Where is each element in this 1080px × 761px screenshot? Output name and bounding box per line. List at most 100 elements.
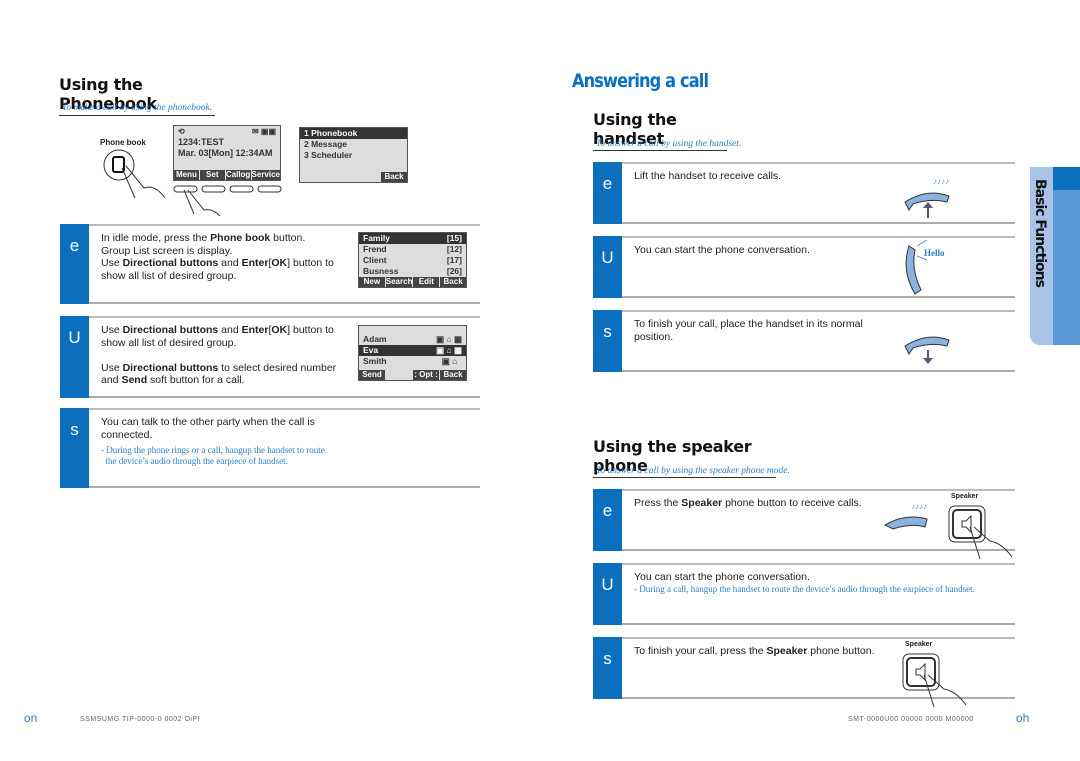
lift-handset-icon: ♪♪♪♪	[904, 177, 950, 218]
softkey-send[interactable]: Send	[359, 370, 385, 380]
phonebook-step-1: e In idle mode, press the Phone book but…	[60, 224, 480, 304]
text-segment: soft button for a call.	[147, 374, 245, 386]
group-name[interactable]: Busness	[363, 266, 398, 277]
softkey-callog[interactable]: Callog	[225, 170, 251, 180]
text-segment: Lift the handset to receive calls.	[634, 170, 782, 182]
menu-item-phonebook[interactable]: 1 Phonebook	[300, 128, 407, 139]
menu-item-scheduler[interactable]: 3 Scheduler	[300, 150, 407, 161]
group-name[interactable]: Client	[363, 255, 387, 266]
text-line: In idle mode, press the Phone book butto…	[101, 232, 334, 245]
text-segment: show all list of desired group.	[101, 336, 237, 349]
softkey-set[interactable]: Set	[199, 170, 225, 180]
group-count: [15]	[446, 233, 462, 243]
softkey-service[interactable]: Service	[251, 170, 280, 180]
step-lines: You can talk to the other party when the…	[101, 416, 325, 441]
svg-text:♪♪♪♪: ♪♪♪♪	[933, 177, 949, 186]
softkey-back[interactable]: Back	[381, 172, 407, 182]
group-name[interactable]: Frend	[363, 244, 387, 255]
status-icons: ⟲ ✉ ▣▣	[178, 127, 276, 136]
step-text: Use Directional buttons and Enter[OK] bu…	[101, 324, 336, 387]
step-text: In idle mode, press the Phone book butto…	[101, 232, 334, 282]
handset-subtitle: To answer a call by using the handset.	[596, 139, 742, 149]
footer-left-text: SSMSUMG TIP-0000-0 0002 OiPI	[80, 716, 201, 723]
softkey-back[interactable]: Back	[440, 277, 466, 287]
step-note: - During the phone rings or a call, hang…	[101, 445, 325, 467]
step-text: Lift the handset to receive calls.	[634, 170, 781, 183]
phonebook-label: Phone book	[100, 138, 146, 147]
softkey-menu[interactable]: Menu	[174, 170, 199, 180]
text-segment: phone button.	[807, 645, 875, 657]
text-segment: Use	[101, 361, 123, 374]
speaker-step-2: U You can start the phone conversation. -…	[593, 563, 1015, 625]
group-count: [17]	[446, 255, 462, 265]
text-line: Use Directional buttons to select desire…	[101, 362, 336, 375]
text-segment: Group List screen is display.	[101, 244, 233, 257]
note-line: the device’s audio through the earpiece …	[101, 456, 288, 466]
step-number: U	[593, 563, 622, 625]
finger-press-phonebook-icon	[103, 149, 166, 199]
contact-name[interactable]: Smith	[363, 356, 387, 367]
phonebook-subtitle: To make a call by using the phonebook.	[62, 103, 213, 113]
bold-term: Speaker	[681, 497, 723, 509]
step-note: - During a call, hangup the handset to r…	[634, 584, 975, 595]
step-text: To finish your call, place the handset i…	[634, 318, 863, 343]
side-tab[interactable]: Basic Functions	[1030, 167, 1080, 345]
text-line: To finish your call, place the handset i…	[634, 318, 863, 331]
speaker-button-icon[interactable]	[900, 651, 970, 711]
bold-term: Enter	[241, 257, 269, 269]
group-list-screen: Family [15] Frend [12] Client [17] Busness […	[358, 232, 467, 288]
step-number: e	[60, 224, 89, 304]
step-number: U	[593, 236, 622, 298]
text-segment: and	[101, 374, 122, 386]
soft-buttons-finger-icon	[173, 185, 282, 216]
text-segment: ] button to	[287, 324, 334, 336]
contact-name[interactable]: Eva	[363, 345, 378, 356]
ringing-handset-icon: ♪♪♪♪	[883, 502, 928, 530]
step-number: s	[60, 408, 89, 488]
menu-item-message[interactable]: 2 Message	[300, 139, 407, 150]
group-count: [12]	[446, 244, 462, 254]
step-text: You can start the phone conversation.	[634, 244, 810, 257]
bold-term: Speaker	[766, 645, 808, 657]
bold-term: Phone book	[210, 232, 271, 244]
page-number-left: on	[24, 711, 38, 725]
speaker-button-icon[interactable]	[946, 503, 1016, 563]
softkey-search[interactable]: Search	[385, 277, 413, 287]
softkey-new[interactable]: New	[359, 277, 385, 287]
text-segment: position.	[634, 330, 674, 343]
text-line: Press the Speaker phone button to receiv…	[634, 497, 862, 510]
text-segment: You can talk to the other party when the…	[101, 416, 315, 428]
step-number: e	[593, 162, 622, 224]
phonebook-step-3: s You can talk to the other party when t…	[60, 408, 480, 488]
softkey-edit[interactable]: Edit	[413, 277, 440, 287]
step-text: To finish your call, press the Speaker p…	[634, 645, 875, 658]
bold-term: Send	[121, 374, 148, 386]
text-line: Group List screen is display.	[101, 245, 334, 258]
text-segment: Use	[101, 257, 123, 269]
side-tab-label: Basic Functions	[1032, 179, 1048, 287]
text-segment: and	[218, 324, 242, 336]
text-line: To finish your call, press the Speaker p…	[634, 645, 875, 658]
bold-term: Directional buttons	[122, 324, 219, 336]
bold-term: Directional buttons	[122, 257, 219, 269]
contact-name[interactable]: Adam	[363, 334, 387, 345]
note-line: - During the phone rings or a call, hang…	[101, 445, 325, 455]
text-segment: ] button to	[287, 257, 334, 269]
contact-type-icons: ▣ ⌂ ▦	[436, 345, 462, 355]
text-segment: In idle mode, press the	[101, 232, 211, 244]
group-name[interactable]: Family	[363, 233, 390, 244]
text-line: You can start the phone conversation.	[634, 244, 810, 257]
text-segment: show all list of desired group.	[101, 269, 237, 282]
text-segment: Press the	[634, 497, 682, 509]
text-line: position.	[634, 331, 863, 344]
softkey-opt[interactable]: : Opt :	[413, 370, 439, 380]
step-number: s	[593, 310, 622, 372]
text-line: and Send soft button for a call.	[101, 374, 336, 387]
softkey-back[interactable]: Back	[440, 370, 466, 380]
text-line: You can start the phone conversation.	[634, 571, 975, 584]
contact-type-icons: ▣ ⌂ ▦	[436, 334, 462, 344]
speaker-step-3: s To finish your call, press the Speaker…	[593, 637, 1015, 708]
phonebook-step-2: U Use Directional buttons and Enter[OK] …	[60, 316, 480, 398]
text-segment: You can start the phone conversation.	[634, 244, 810, 256]
text-line: connected.	[101, 429, 325, 442]
